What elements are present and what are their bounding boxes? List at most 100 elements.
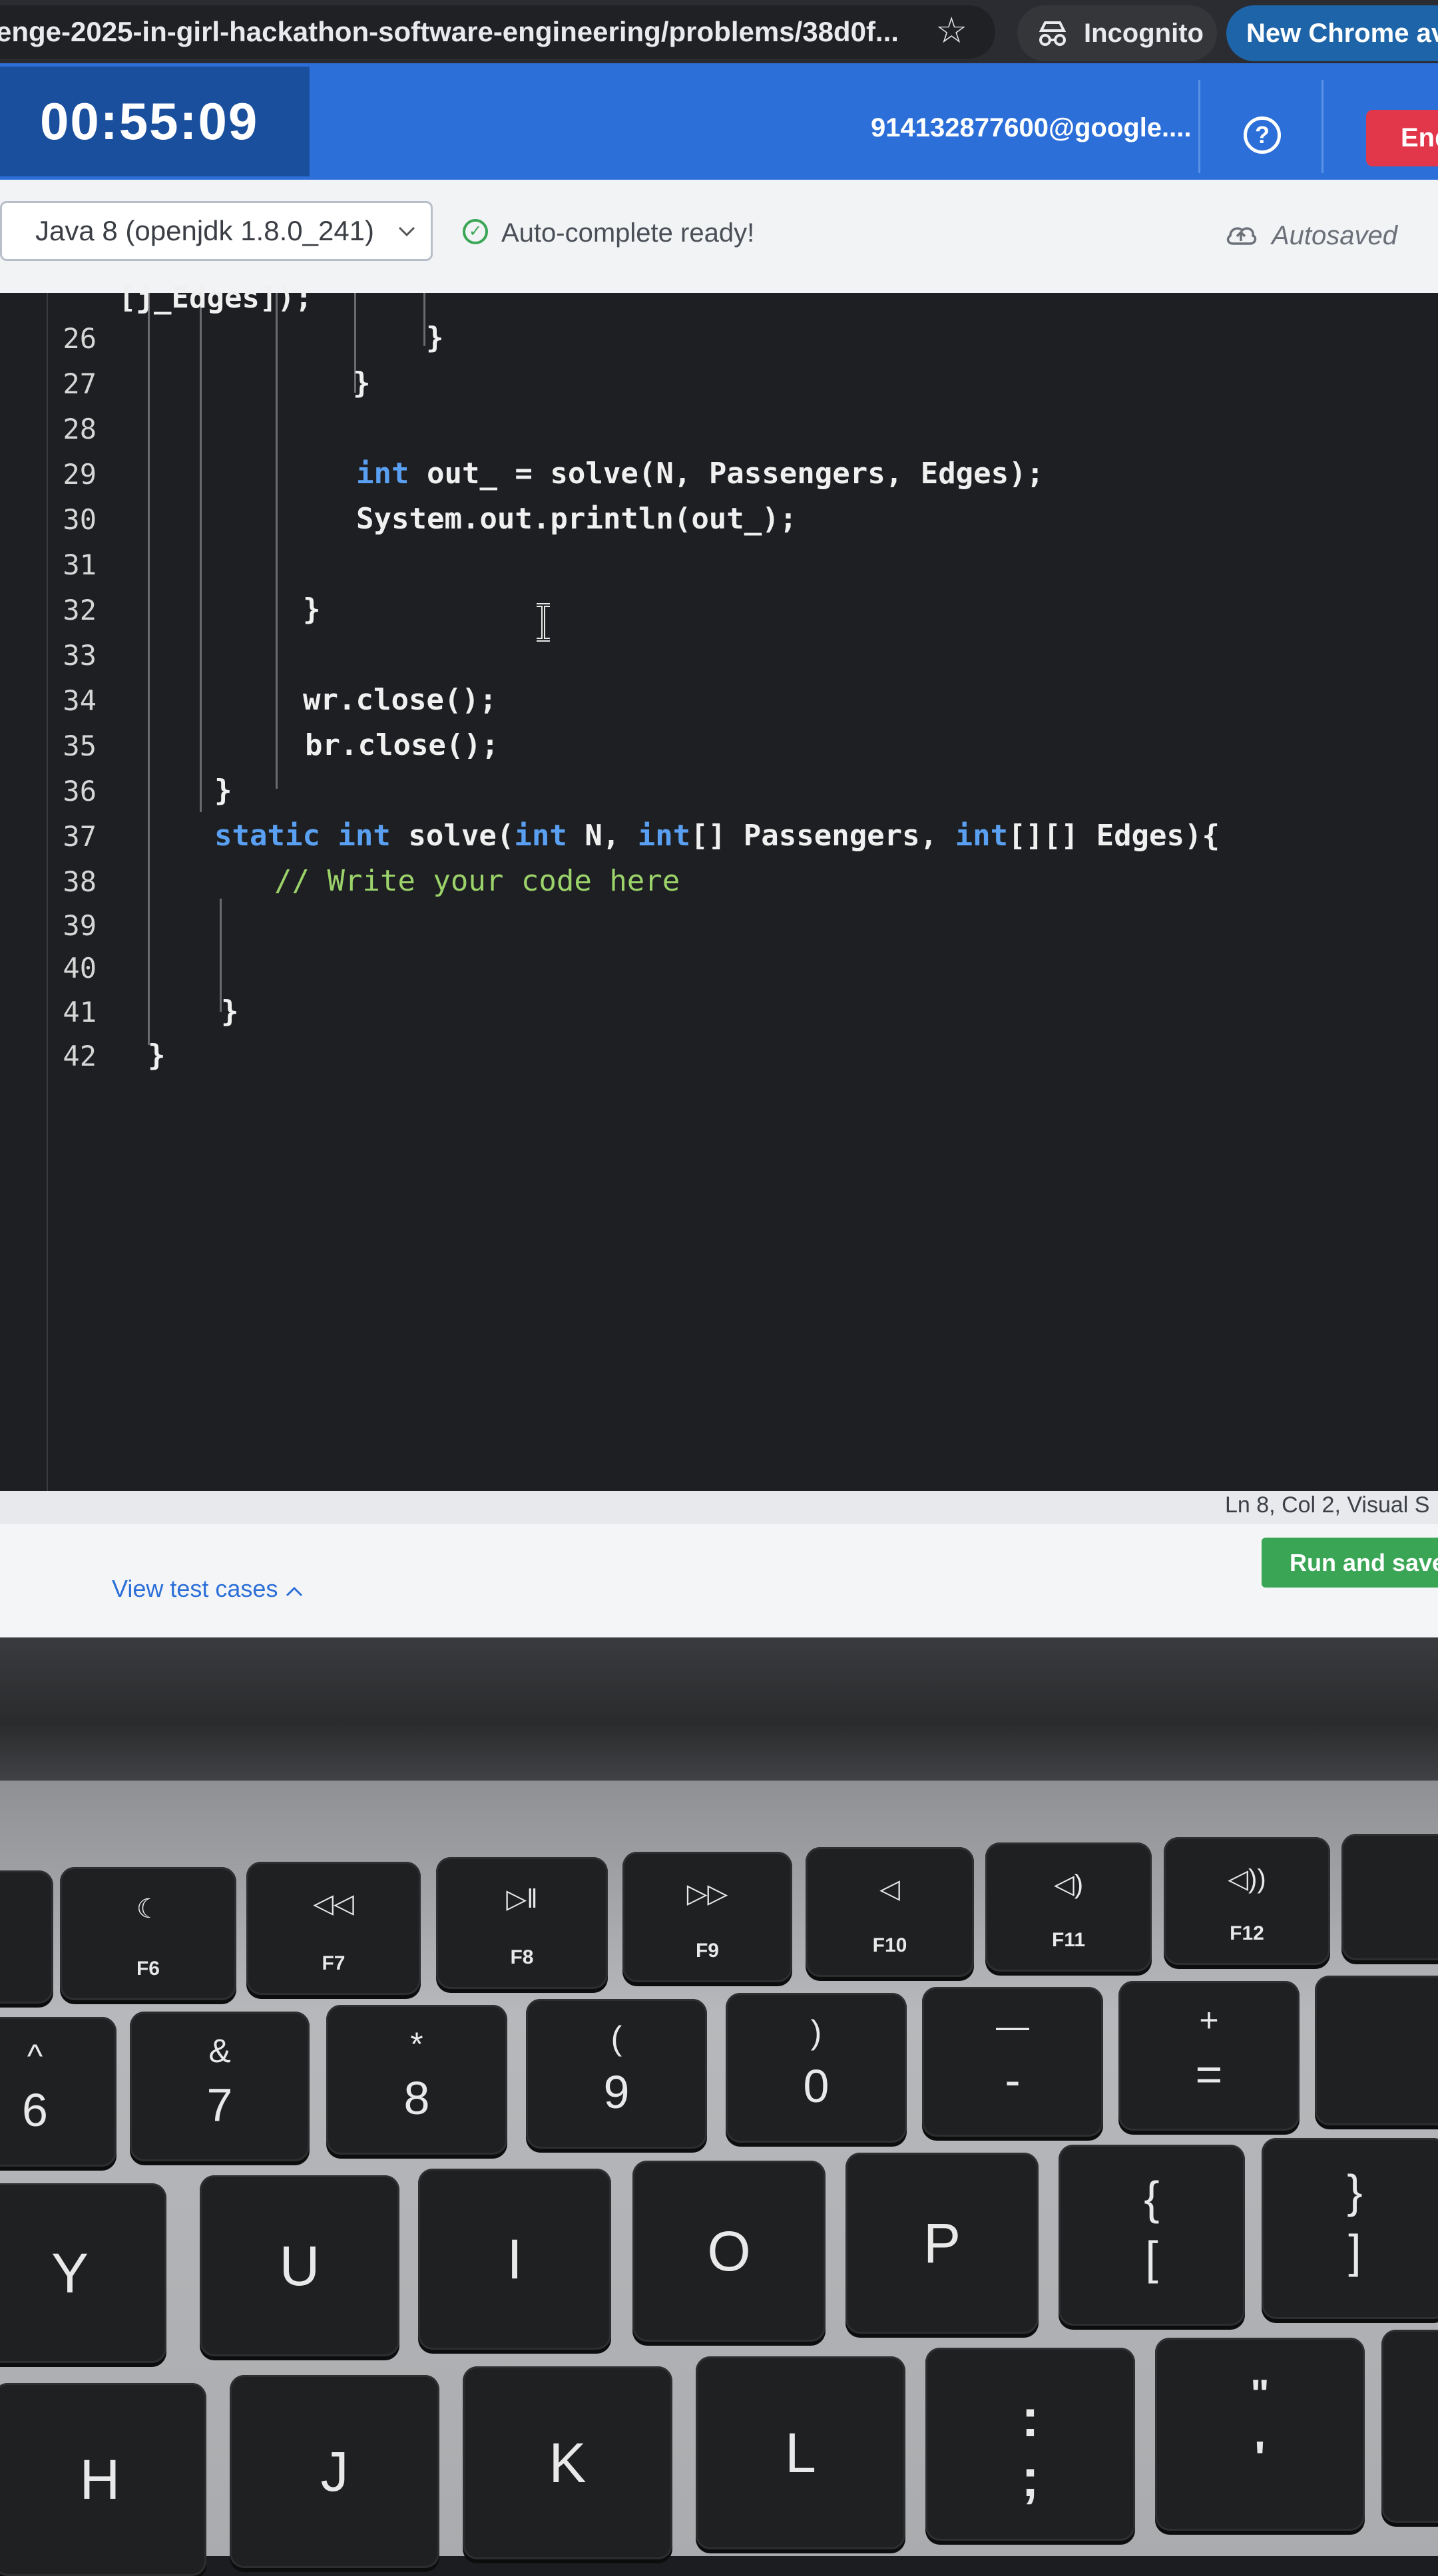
code-line: } <box>148 1038 166 1072</box>
line-number: 36 <box>63 775 97 807</box>
laptop-bezel <box>0 1637 1438 1781</box>
fast-forward-icon: ▷▷ <box>686 1879 728 1908</box>
chevron-down-icon <box>398 226 415 237</box>
incognito-icon <box>1039 21 1067 46</box>
line-number: 31 <box>63 548 97 581</box>
user-email: 91413287760​0@google.... <box>871 113 1192 142</box>
keyboard-key-7: & 7 <box>130 2012 310 2161</box>
code-line: } <box>214 773 232 807</box>
keyboard-key-0: ) 0 <box>726 1993 907 2143</box>
incognito-label: Incognito <box>1084 19 1204 48</box>
code-text: [][] Edges){ <box>1008 819 1220 853</box>
keyboard-key-delete <box>1315 1976 1438 2125</box>
editor-status-bar <box>0 1491 1438 1524</box>
keyboard-key-f8: ▷‖ F8 <box>436 1857 608 1989</box>
keyboard-key-f5 <box>0 1870 53 2004</box>
code-text: N, <box>567 819 638 853</box>
keyboard-key-u: U <box>200 2175 399 2356</box>
code-line: } <box>426 321 444 355</box>
keyboard-key-o: O <box>632 2161 826 2342</box>
rewind-icon: ◁◁ <box>313 1889 354 1918</box>
code-line-partial: [j_Edges]); <box>119 281 313 315</box>
code-text: } <box>303 592 321 626</box>
moon-icon: ☾ <box>136 1894 160 1924</box>
end-test-button[interactable]: End <box>1366 110 1438 166</box>
keyboard-key-9: (9 <box>526 1999 707 2149</box>
keyboard-key-f9: ▷▷ F9 <box>622 1852 792 1982</box>
keyboard-key-return <box>1381 2330 1438 2523</box>
line-number: 41 <box>63 996 97 1028</box>
autocomplete-status: ✓ Auto-complete ready! <box>463 218 754 248</box>
new-chrome-available-button[interactable]: New Chrome ava <box>1226 5 1438 61</box>
code-keyword: int <box>356 457 409 491</box>
keyboard-key-y: Y <box>0 2183 166 2363</box>
line-number: 38 <box>63 865 97 898</box>
code-line: br.close(); <box>305 728 499 762</box>
volume-down-icon: ◁) <box>1053 1870 1084 1899</box>
view-test-cases-link[interactable]: View test cases <box>112 1575 303 1603</box>
language-select[interactable]: Java 8 (openjdk 1.8.0_241) <box>0 201 433 261</box>
keyboard-key-f6: ☾ F6 <box>60 1867 236 2000</box>
code-line: } <box>221 994 239 1028</box>
keyboard-key-f12: ◁)) F12 <box>1164 1837 1330 1965</box>
code-line: int out_ = solve(N, Passengers, Edges); <box>356 457 1044 491</box>
url-text: enge-2025-in-girl-hackathon-software-eng… <box>0 16 899 47</box>
keyboard-key-left-bracket: {[ <box>1059 2145 1245 2326</box>
code-text: solve( <box>390 819 515 853</box>
indent-guide <box>200 293 202 812</box>
language-select-value: Java 8 (openjdk 1.8.0_241) <box>35 215 375 246</box>
keyboard-key-f11: ◁) F11 <box>985 1842 1152 1972</box>
address-bar[interactable]: enge-2025-in-girl-hackathon-software-eng… <box>0 5 995 59</box>
code-line: static int solve(int N, int[] Passengers… <box>214 819 1220 853</box>
keyboard-key-k: K <box>463 2366 672 2559</box>
keyboard-key-l: L <box>696 2356 905 2549</box>
bookmark-star-icon[interactable]: ☆ <box>935 9 967 51</box>
code-line: wr.close(); <box>303 683 497 717</box>
indent-guide <box>148 293 150 1045</box>
cloud-upload-icon <box>1226 227 1257 246</box>
volume-up-icon: ◁)) <box>1228 1864 1266 1894</box>
code-text: } <box>214 773 232 807</box>
incognito-badge[interactable]: Incognito <box>1017 5 1217 61</box>
code-line: } <box>303 592 321 626</box>
keyboard-key-p: P <box>845 2153 1039 2334</box>
autocomplete-status-text: Auto-complete ready! <box>501 218 755 248</box>
cursor-position: Ln 8, Col 2, Visual S <box>1225 1492 1430 1518</box>
code-keyword: static int <box>214 819 391 853</box>
code-text: wr.close(); <box>303 683 497 717</box>
code-line: // Write your code here <box>274 864 680 898</box>
code-keyword: int <box>637 819 691 853</box>
keyboard-key-power <box>1341 1834 1438 1960</box>
run-and-save-button[interactable]: Run and save <box>1262 1538 1438 1588</box>
keyboard-key-equals: + = <box>1118 1981 1300 2131</box>
code-line: } <box>353 366 371 400</box>
view-test-cases-label: View test cases <box>112 1575 278 1602</box>
header-divider <box>1321 80 1323 173</box>
code-keyword: int <box>514 819 567 853</box>
keyboard-key-h: H <box>0 2383 206 2576</box>
code-text: br.close(); <box>305 728 499 762</box>
keyboard-key-minus: — - <box>922 1987 1103 2137</box>
keyboard-key-right-bracket: }] <box>1262 2138 1438 2319</box>
autosave-status: Autosaved <box>1225 221 1397 251</box>
line-number: 33 <box>63 639 97 672</box>
line-number: 26 <box>63 322 97 355</box>
code-comment: // Write your code here <box>274 864 680 898</box>
code-text: System.out.println(out_); <box>356 502 798 536</box>
line-number: 40 <box>63 952 97 984</box>
mute-icon: ◁ <box>879 1874 900 1904</box>
line-number: 37 <box>63 820 97 853</box>
help-icon[interactable]: ? <box>1244 116 1281 154</box>
line-number: 28 <box>63 413 97 445</box>
keyboard-key-i: I <box>418 2169 611 2350</box>
keyboard-key-semicolon: :; <box>925 2348 1135 2541</box>
text-cursor-icon <box>537 603 550 642</box>
line-number: 32 <box>63 594 97 626</box>
line-number: 39 <box>63 909 97 942</box>
code-keyword: int <box>955 819 1009 853</box>
code-text: } <box>353 366 371 400</box>
keyboard-key-quote: " ' <box>1155 2338 1365 2531</box>
line-number: 35 <box>63 730 97 762</box>
autosave-status-text: Autosaved <box>1272 221 1398 250</box>
countdown-timer: 00:55:09 <box>0 67 310 176</box>
